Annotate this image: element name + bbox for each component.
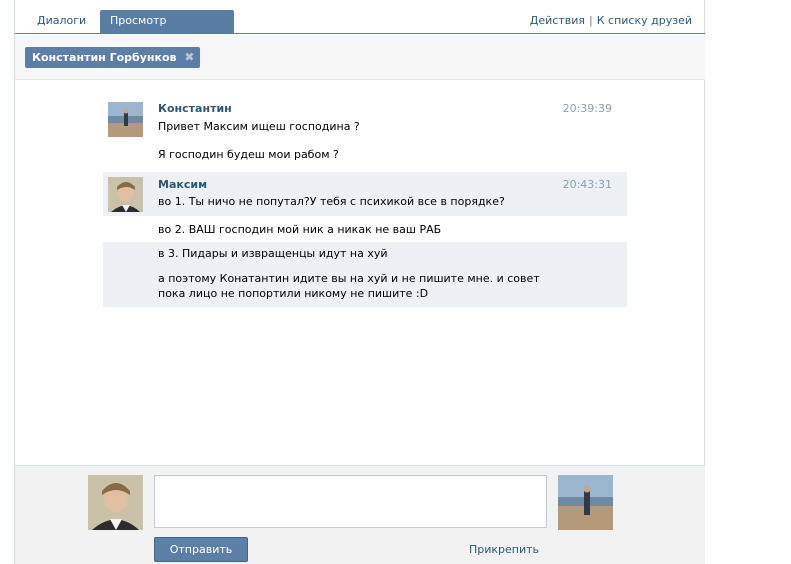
actions-link[interactable]: Действия [530,14,585,27]
recipient-avatar-icon[interactable] [558,475,613,530]
sender-name[interactable]: Максим [158,178,207,191]
message-maksim-cont: во 2. ВАШ господин мой ник а никак не ва… [103,218,627,240]
message-text: в 3. Пидары и извращенцы идут на хуй [158,247,388,260]
message-time: 20:43:31 [562,178,612,191]
message-text: во 2. ВАШ господин мой ник а никак не ва… [158,223,442,236]
friends-list-link[interactable]: К списку друзей [597,14,692,27]
tab-view-dialogs[interactable]: Просмотр диалогов [100,10,234,49]
message-text: Я господин будеш мои рабом ? [158,148,339,161]
message-time: 20:39:39 [562,102,612,115]
close-icon[interactable]: ✖ [184,47,194,68]
message-maksim: Максим 20:43:31 во 1. Ты ничо не попутал… [103,172,627,216]
message-text: пока лицо не попортили никому не пишите … [158,287,429,300]
filter-bar: Константин Горбунков ✖ [15,35,705,80]
avatar-maksim-icon[interactable] [108,177,143,212]
message-text: Привет Максим ищеш господина ? [158,120,360,133]
message-text: во 1. Ты ничо не попутал?У тебя с психик… [158,195,505,208]
compose-area: Отправить Прикрепить [15,465,705,564]
attach-link[interactable]: Прикрепить [469,543,539,556]
tab-bar: Диалоги Просмотр диалогов Действия | К спи… [15,0,705,49]
actions-separator: | [589,14,593,27]
send-button[interactable]: Отправить [154,537,248,562]
my-avatar-icon[interactable] [88,475,143,530]
message-konstantin: Константин 20:39:39 Привет Максим ищеш г… [103,92,627,170]
dialog-page: Диалоги Просмотр диалогов Действия | К спи… [14,0,705,564]
actions-bar: Действия | К списку друзей [530,14,692,27]
message-text: а поэтому Конатантин идите вы на хуй и н… [158,272,540,285]
recipient-chip[interactable]: Константин Горбунков ✖ [25,47,201,68]
sender-name[interactable]: Константин [158,102,232,115]
recipient-chip-label: Константин Горбунков [32,51,177,64]
avatar-konstantin-icon[interactable] [108,102,143,137]
tab-dialogs[interactable]: Диалоги [27,10,96,34]
message-maksim-cont2: в 3. Пидары и извращенцы идут на хуй а п… [103,242,627,307]
message-input[interactable] [154,475,547,528]
